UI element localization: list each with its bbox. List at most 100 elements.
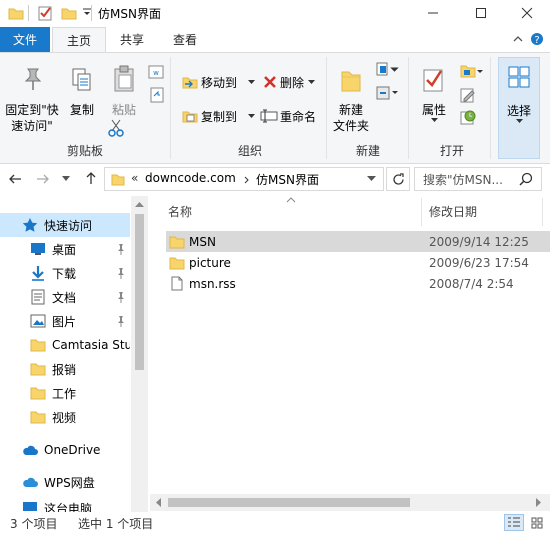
rename-button[interactable]: 重命名 bbox=[260, 105, 322, 127]
nav-this-pc[interactable]: 这台电脑 bbox=[0, 500, 130, 512]
search-placeholder: 搜索"仿MSN... bbox=[423, 173, 503, 187]
group-label-open: 打开 bbox=[439, 144, 464, 158]
sort-ascending-icon bbox=[286, 197, 296, 203]
chevron-down-icon bbox=[62, 176, 70, 181]
cloud-icon bbox=[23, 445, 38, 455]
up-button[interactable] bbox=[84, 171, 98, 185]
copy-to-button[interactable]: 复制到 bbox=[180, 105, 256, 127]
folder-icon bbox=[111, 172, 125, 186]
copy-to-icon bbox=[182, 108, 198, 124]
nav-item-downloads[interactable]: 下载 bbox=[0, 261, 130, 285]
column-header-name[interactable]: 名称 bbox=[168, 203, 192, 223]
scroll-right-icon[interactable] bbox=[536, 498, 542, 507]
folder-icon bbox=[30, 387, 46, 400]
window-title: 仿MSN界面 bbox=[98, 7, 161, 21]
select-button[interactable]: 选择 bbox=[498, 57, 540, 159]
close-icon bbox=[521, 7, 533, 19]
tab-home[interactable]: 主页 bbox=[52, 27, 106, 52]
ribbon-tabs: 文件 主页 共享 查看 ? bbox=[0, 27, 550, 52]
close-button[interactable] bbox=[504, 0, 550, 26]
nav-item-pictures[interactable]: 图片 bbox=[0, 309, 130, 333]
minimize-button[interactable] bbox=[410, 0, 456, 26]
cut-icon[interactable] bbox=[108, 119, 124, 137]
collapse-ribbon-icon[interactable] bbox=[512, 33, 524, 45]
forward-button[interactable] bbox=[36, 172, 50, 186]
group-label-organize: 组织 bbox=[237, 144, 262, 158]
pin-quick-access-button[interactable]: 固定到"快 速访问" bbox=[4, 57, 60, 133]
help-icon[interactable]: ? bbox=[530, 32, 544, 46]
nav-item-camtasia[interactable]: Camtasia Studio bbox=[0, 333, 130, 357]
scroll-left-icon[interactable] bbox=[156, 498, 162, 507]
nav-item-expenses[interactable]: 报销 bbox=[0, 357, 130, 381]
easy-access-icon[interactable] bbox=[376, 85, 400, 101]
open-icon[interactable] bbox=[460, 63, 484, 79]
details-view-button[interactable] bbox=[504, 514, 524, 531]
pin-icon bbox=[22, 67, 44, 91]
svg-text:w: w bbox=[153, 69, 159, 77]
pin-icon bbox=[116, 267, 126, 279]
copy-button[interactable]: 复制 bbox=[64, 57, 100, 117]
navigation-pane: 快速访问 桌面 下载 文档 图片 Camtasia Studio 报销 工作 视… bbox=[0, 196, 148, 512]
large-icons-view-button[interactable] bbox=[528, 514, 546, 531]
history-icon[interactable] bbox=[460, 109, 476, 125]
chevron-down-icon bbox=[248, 114, 255, 119]
breadcrumb-separator-icon[interactable] bbox=[244, 176, 250, 184]
address-overflow-chevron[interactable]: « bbox=[131, 171, 138, 185]
breadcrumb-downcode[interactable]: downcode.com bbox=[145, 171, 236, 185]
folder-icon bbox=[30, 363, 46, 376]
properties-quick-icon[interactable] bbox=[37, 5, 53, 21]
search-box[interactable]: 搜索"仿MSN... bbox=[414, 167, 542, 191]
new-folder-button[interactable]: 新建 文件夹 bbox=[330, 57, 372, 133]
folder-icon bbox=[30, 411, 46, 424]
column-header-modified[interactable]: 修改日期 bbox=[429, 203, 477, 223]
new-folder-quick-icon[interactable] bbox=[61, 6, 77, 20]
group-label-new: 新建 bbox=[355, 144, 380, 158]
back-button[interactable] bbox=[8, 172, 22, 186]
details-view-icon bbox=[508, 517, 520, 527]
scroll-up-icon[interactable] bbox=[135, 202, 144, 208]
chevron-down-icon bbox=[516, 119, 523, 124]
horizontal-scrollbar[interactable] bbox=[150, 494, 550, 511]
breadcrumb-current[interactable]: 仿MSN界面 bbox=[256, 171, 319, 188]
nav-quick-access[interactable]: 快速访问 bbox=[0, 213, 130, 237]
item-count: 3 个项目 bbox=[10, 517, 58, 531]
paste-button[interactable]: 粘贴 bbox=[104, 57, 144, 117]
properties-button[interactable]: 属性 bbox=[412, 57, 456, 127]
horizontal-scrollbar-thumb[interactable] bbox=[168, 498, 410, 507]
delete-button[interactable]: 删除 bbox=[260, 71, 320, 93]
pin-icon bbox=[116, 315, 126, 327]
download-icon bbox=[32, 266, 44, 281]
nav-onedrive[interactable]: OneDrive bbox=[0, 438, 130, 462]
file-row-msn-rss[interactable]: msn.rss 2008/7/4 2:54 bbox=[166, 273, 550, 294]
nav-item-videos[interactable]: 视频 bbox=[0, 405, 130, 429]
move-to-button[interactable]: 移动到 bbox=[180, 71, 256, 93]
nav-scrollbar-thumb[interactable] bbox=[135, 214, 144, 370]
file-row-msn[interactable]: MSN 2009/9/14 12:25 bbox=[166, 231, 550, 252]
forward-arrow-icon bbox=[37, 174, 49, 184]
tab-file[interactable]: 文件 bbox=[0, 27, 50, 52]
edit-icon[interactable] bbox=[460, 87, 476, 103]
address-dropdown-icon[interactable] bbox=[367, 176, 376, 182]
address-bar[interactable]: « downcode.com 仿MSN界面 bbox=[104, 167, 384, 191]
minimize-icon bbox=[428, 12, 438, 14]
copy-icon bbox=[71, 67, 93, 93]
properties-icon bbox=[422, 67, 446, 93]
nav-item-desktop[interactable]: 桌面 bbox=[0, 237, 130, 261]
maximize-button[interactable] bbox=[458, 0, 504, 26]
refresh-button[interactable] bbox=[386, 167, 410, 191]
paste-shortcut-icon[interactable] bbox=[150, 87, 164, 103]
copy-path-icon[interactable]: w bbox=[148, 65, 164, 79]
computer-icon bbox=[23, 502, 37, 511]
nav-wps-drive[interactable]: WPS网盘 bbox=[0, 470, 130, 494]
new-item-icon[interactable] bbox=[376, 61, 400, 77]
recent-locations-button[interactable] bbox=[62, 176, 70, 182]
nav-scrollbar[interactable] bbox=[131, 196, 148, 512]
nav-item-documents[interactable]: 文档 bbox=[0, 285, 130, 309]
tab-view[interactable]: 查看 bbox=[160, 27, 210, 52]
title-bar: 仿MSN界面 bbox=[0, 0, 550, 26]
large-icons-view-icon bbox=[531, 517, 543, 528]
tab-share[interactable]: 共享 bbox=[108, 27, 156, 52]
nav-item-work[interactable]: 工作 bbox=[0, 381, 130, 405]
file-row-picture[interactable]: picture 2009/6/23 17:54 bbox=[166, 252, 550, 273]
document-icon bbox=[31, 289, 45, 305]
